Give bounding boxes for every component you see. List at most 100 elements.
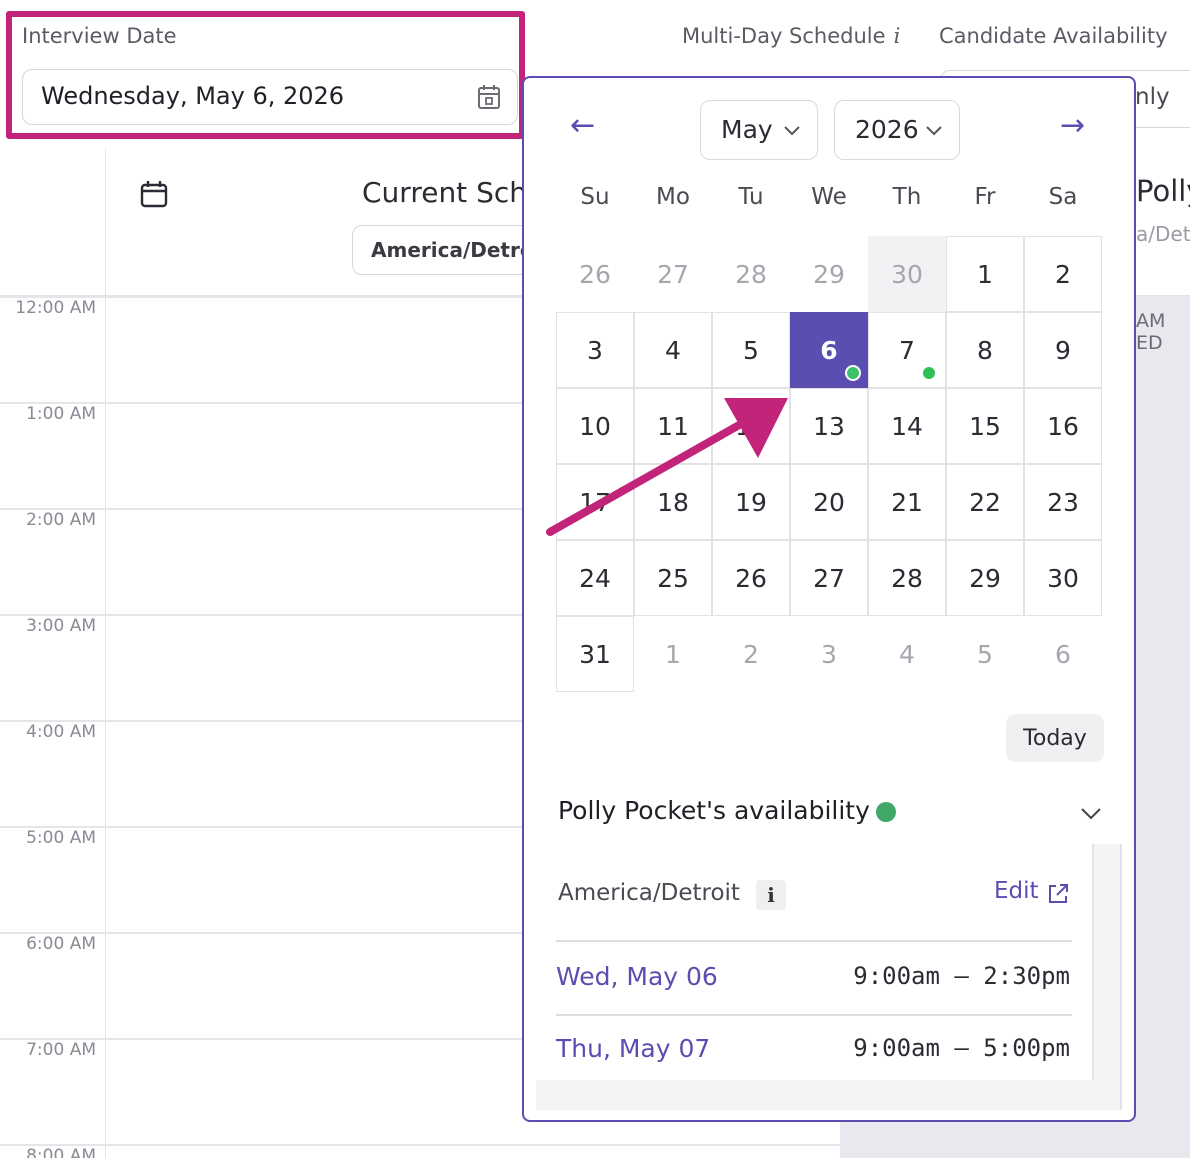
weekday-label: We [811, 184, 847, 210]
hour-label: 1:00 AM [26, 404, 96, 424]
annotation-highlight-box [6, 11, 525, 139]
weekday-label: Fr [974, 184, 996, 210]
calendar-day[interactable]: 13 [790, 388, 868, 464]
hour-gridline [0, 1144, 840, 1146]
month-value: May [721, 115, 773, 144]
availability-dot [845, 365, 861, 381]
calendar-day[interactable]: 26 [712, 540, 790, 616]
prev-month-arrow-icon[interactable]: ← [570, 108, 595, 143]
calendar-day[interactable]: 21 [868, 464, 946, 540]
availability-row-time: 9:00am – 2:30pm [853, 962, 1070, 990]
calendar-day[interactable]: 5 [946, 616, 1024, 692]
availability-row-date: Thu, May 07 [556, 1034, 711, 1063]
calendar-day[interactable]: 1 [946, 236, 1024, 312]
availability-dot [923, 367, 935, 379]
calendar-day[interactable]: 2 [712, 616, 790, 692]
calendar-day[interactable]: 19 [712, 464, 790, 540]
hour-label: 5:00 AM [26, 828, 96, 848]
year-value: 2026 [855, 115, 919, 144]
weekday-label: Th [892, 184, 922, 210]
date-picker-popup: ← → May 2026 Su Mo Tu We Th Fr Sa 26 27 28 29 30 1 2… [522, 76, 1136, 1122]
availability-timezone: America/Detroit [558, 880, 740, 906]
tab-candidate-availability[interactable]: Candidate Availability [939, 24, 1168, 48]
calendar-day[interactable]: 31 [556, 616, 634, 692]
divider [556, 940, 1072, 942]
calendar-day[interactable]: 25 [634, 540, 712, 616]
only-toggle-label: nly [1135, 84, 1170, 110]
calendar-day[interactable]: 24 [556, 540, 634, 616]
candidate-column-timezone: a/Det [1136, 222, 1190, 246]
calendar-icon [140, 181, 168, 208]
calendar-day[interactable]: 10 [556, 388, 634, 464]
availability-card: America/Detroit i Edit Wed, May 06 9:00a… [536, 844, 1094, 1080]
calendar-day[interactable]: 27 [634, 236, 712, 312]
calendar-day[interactable]: 12 [712, 388, 790, 464]
calendar-day[interactable]: 3 [790, 616, 868, 692]
availability-row-date: Wed, May 06 [556, 962, 718, 991]
calendar-day[interactable]: 26 [556, 236, 634, 312]
current-schedule-title: Current Sche [362, 176, 545, 209]
today-button[interactable]: Today [1006, 714, 1104, 762]
calendar-day[interactable]: 18 [634, 464, 712, 540]
availability-row-time: 9:00am – 5:00pm [853, 1034, 1070, 1062]
calendar-day[interactable]: 4 [868, 616, 946, 692]
calendar-day-grid: 26 27 28 29 30 1 2 3 4 5 6 7 8 9 10 11 12 13 14 15 16 17 18 19 2… [556, 236, 1104, 692]
weekday-label: Tu [738, 184, 764, 210]
weekday-label: Su [580, 184, 610, 210]
availability-title: Polly Pocket's availability [558, 796, 870, 825]
calendar-day[interactable]: 5 [712, 312, 790, 388]
calendar-day[interactable]: 16 [1024, 388, 1102, 464]
calendar-day[interactable]: 15 [946, 388, 1024, 464]
hour-label: 8:00 AM [26, 1146, 96, 1158]
availability-status-dot [876, 802, 896, 822]
tab-multi-day-schedule[interactable]: Multi-Day Schedule i [682, 24, 900, 48]
calendar-day[interactable]: 1 [634, 616, 712, 692]
calendar-day[interactable]: 29 [790, 236, 868, 312]
calendar-day[interactable]: 4 [634, 312, 712, 388]
calendar-day[interactable]: 8 [946, 312, 1024, 388]
calendar-day[interactable]: 30 [868, 236, 946, 312]
hour-label: 2:00 AM [26, 510, 96, 530]
calendar-day[interactable]: 2 [1024, 236, 1102, 312]
weekday-label: Mo [656, 184, 690, 210]
calendar-day[interactable]: 7 [868, 312, 946, 388]
candidate-column-time-label: AM ED [1136, 310, 1166, 354]
multi-day-label: Multi-Day Schedule [682, 24, 886, 48]
calendar-day[interactable]: 6 [1024, 616, 1102, 692]
calendar-day[interactable]: 3 [556, 312, 634, 388]
calendar-day-selected[interactable]: 6 [790, 312, 868, 388]
edit-availability-link[interactable]: Edit [994, 878, 1039, 904]
hour-label: 6:00 AM [26, 934, 96, 954]
schedule-timezone-select[interactable]: America/Detroi [352, 225, 542, 275]
calendar-day[interactable]: 27 [790, 540, 868, 616]
info-icon[interactable]: i [894, 24, 901, 48]
next-month-arrow-icon[interactable]: → [1060, 108, 1085, 143]
month-select[interactable]: May [700, 100, 818, 160]
hour-label: 4:00 AM [26, 722, 96, 742]
calendar-day[interactable]: 9 [1024, 312, 1102, 388]
calendar-day[interactable]: 17 [556, 464, 634, 540]
year-select[interactable]: 2026 [834, 100, 960, 160]
availability-panel: America/Detroit i Edit Wed, May 06 9:00a… [536, 844, 1122, 1110]
calendar-day[interactable]: 23 [1024, 464, 1102, 540]
chevron-down-icon[interactable] [1080, 802, 1102, 824]
calendar-day[interactable]: 29 [946, 540, 1024, 616]
hour-label: 12:00 AM [15, 298, 96, 318]
calendar-day[interactable]: 28 [868, 540, 946, 616]
calendar-day[interactable]: 28 [712, 236, 790, 312]
chevron-down-icon [926, 126, 942, 136]
hour-label: 3:00 AM [26, 616, 96, 636]
calendar-day[interactable]: 22 [946, 464, 1024, 540]
external-link-icon[interactable] [1046, 882, 1070, 906]
calendar-day[interactable]: 14 [868, 388, 946, 464]
schedule-timezone-value: America/Detroi [371, 238, 541, 262]
info-icon[interactable]: i [756, 880, 786, 910]
calendar-day[interactable]: 30 [1024, 540, 1102, 616]
candidate-column-title: Polly [1136, 174, 1190, 208]
divider [556, 1014, 1072, 1016]
hour-label: 7:00 AM [26, 1040, 96, 1060]
calendar-day[interactable]: 11 [634, 388, 712, 464]
calendar-day[interactable]: 20 [790, 464, 868, 540]
weekday-label: Sa [1048, 184, 1078, 210]
chevron-down-icon [784, 126, 800, 136]
